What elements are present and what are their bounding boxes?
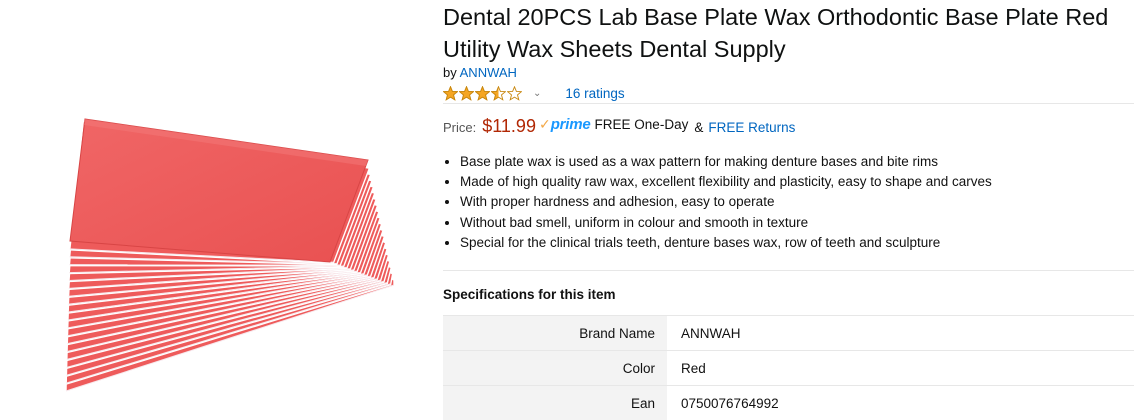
ratings-count-link[interactable]: 16 ratings [565,86,624,101]
spec-key: Brand Name [443,316,667,351]
table-row: Color Red [443,351,1134,386]
star-empty-icon [507,86,522,101]
feature-bullet: Base plate wax is used as a wax pattern … [460,152,992,172]
product-image[interactable] [0,0,425,410]
spec-key: Ean [443,386,667,420]
free-returns-link[interactable]: FREE Returns [708,120,795,135]
feature-bullet: Special for the clinical trials teeth, d… [460,233,992,253]
feature-bullets: Base plate wax is used as a wax pattern … [443,152,992,253]
star-full-icon [459,86,474,101]
spec-value: 0750076764992 [667,386,1134,420]
divider [443,103,1134,104]
specs-title: Specifications for this item [443,287,616,302]
table-row: Ean 0750076764992 [443,386,1134,420]
byline-prefix: by [443,65,457,80]
prime-logo: prime [551,116,591,133]
prime-badge: ✓ prime [539,116,591,133]
shipping-text: FREE One-Day [595,117,689,132]
rating-row: ⌄ 16 ratings [443,84,625,102]
prime-check-icon: ✓ [539,116,551,133]
byline: by ANNWAH [443,65,517,80]
feature-bullet: With proper hardness and adhesion, easy … [460,192,992,212]
star-full-icon [443,86,458,101]
star-rating[interactable] [443,86,523,101]
price-value: $11.99 [482,116,536,137]
star-full-icon [475,86,490,101]
price-row: Price: $11.99 ✓ prime FREE One-Day & FRE… [443,116,795,137]
price-label: Price: [443,120,476,135]
product-title: Dental 20PCS Lab Base Plate Wax Orthodon… [443,1,1133,65]
star-half-icon [491,86,506,101]
spec-key: Color [443,351,667,386]
red-wax-sheets-fan-image [0,0,425,410]
brand-link[interactable]: ANNWAH [460,65,517,80]
spec-value: ANNWAH [667,316,1134,351]
chevron-down-icon[interactable]: ⌄ [533,88,541,99]
feature-bullet: Made of high quality raw wax, excellent … [460,172,992,192]
table-row: Brand Name ANNWAH [443,316,1134,351]
specs-table: Brand Name ANNWAH Color Red Ean 07500767… [443,315,1134,420]
ampersand: & [694,120,703,135]
spec-value: Red [667,351,1134,386]
feature-bullet: Without bad smell, uniform in colour and… [460,213,992,233]
divider [443,270,1134,271]
